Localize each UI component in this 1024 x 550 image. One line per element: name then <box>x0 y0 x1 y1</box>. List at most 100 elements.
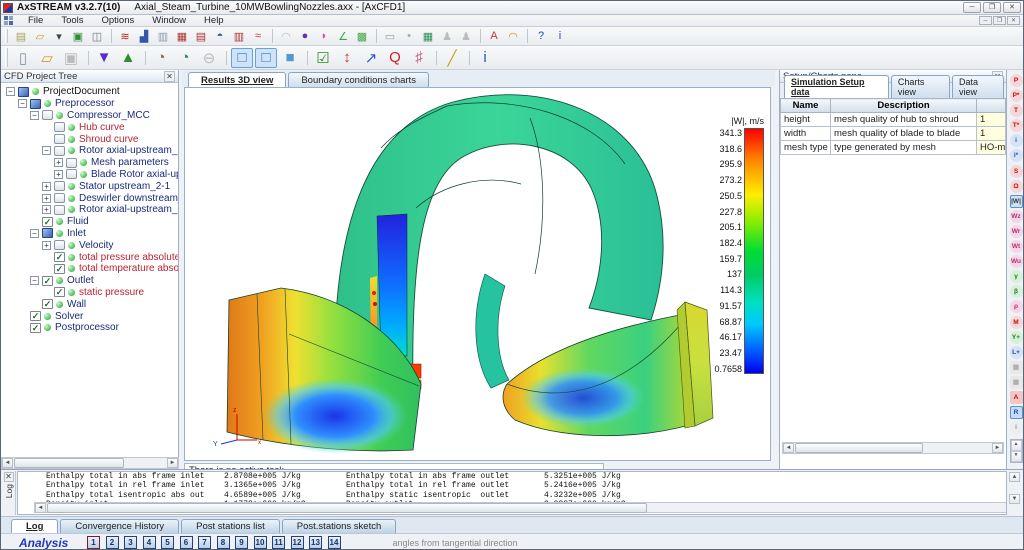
quantity-L-icon[interactable]: L+ <box>1009 345 1023 359</box>
station-button-8[interactable]: 8 <box>216 536 230 549</box>
quantity--icon[interactable]: ▦ <box>1009 375 1023 389</box>
scroll-thumb[interactable] <box>14 458 124 468</box>
open-folder-icon[interactable]: ▱ <box>36 48 58 68</box>
curve-disabled-icon[interactable]: ◠ <box>277 28 295 44</box>
quantity-Wr-icon[interactable]: Wr <box>1009 224 1023 238</box>
cell-description[interactable]: type generated by mesh <box>830 140 977 155</box>
station-button-13[interactable]: 13 <box>309 536 322 549</box>
checkbox-icon[interactable]: ✓ <box>42 275 53 286</box>
table-calc-icon[interactable]: ▦ <box>419 28 437 44</box>
quantity-P-icon[interactable]: P <box>1009 74 1023 87</box>
histogram-icon[interactable]: ▥ <box>230 28 248 44</box>
station-button-5[interactable]: 5 <box>161 536 174 549</box>
users-disabled-icon[interactable]: ♟ <box>438 28 456 44</box>
tree-item[interactable]: −✓Postprocessor <box>1 322 178 334</box>
tree-item[interactable]: + Stator upstream_2-1 <box>1 180 178 192</box>
vectors-icon[interactable]: ↗ <box>360 48 382 68</box>
quantity-W-icon[interactable]: |W| <box>1009 194 1023 208</box>
new-page-icon[interactable]: ▯ <box>12 48 34 68</box>
tree-item[interactable]: −✓Fluid <box>1 216 178 228</box>
collapse-icon[interactable]: − <box>18 99 27 109</box>
tab-boundary-conditions-charts[interactable]: Boundary conditions charts <box>288 72 429 87</box>
quantity-Y-icon[interactable]: Y+ <box>1009 330 1023 344</box>
tree-item[interactable]: −✓Solver <box>1 310 178 322</box>
menu-item-options[interactable]: Options <box>93 15 144 26</box>
close-icon[interactable]: ✕ <box>164 70 175 82</box>
cell-name[interactable]: width <box>780 126 831 141</box>
quantity-Wz-icon[interactable]: Wz <box>1009 209 1023 223</box>
tree-item[interactable]: + Velocity <box>1 239 178 251</box>
collapse-icon[interactable]: − <box>6 87 15 97</box>
quantity-i-icon[interactable]: i <box>1009 134 1023 148</box>
station-button-6[interactable]: 6 <box>179 536 193 549</box>
station-button-3[interactable]: 3 <box>124 536 137 549</box>
tree-horizontal-scrollbar[interactable]: ◄ ► <box>1 457 179 469</box>
collapse-icon[interactable]: − <box>42 146 51 156</box>
mdi-restore-button[interactable]: ❐ <box>993 16 1006 25</box>
spin-down-icon[interactable]: ▼ <box>1010 451 1022 463</box>
station-grid-icon[interactable]: ♯ <box>408 48 430 68</box>
tree-item[interactable]: −✓Wall <box>1 298 178 310</box>
scale-legend-icon[interactable]: ↕ <box>336 48 358 68</box>
quantity-Wt-icon[interactable]: Wt <box>1009 240 1023 254</box>
station-button-10[interactable]: 10 <box>253 536 267 549</box>
tree-item[interactable]: − ✓ Outlet <box>1 275 178 287</box>
cell-description[interactable]: mesh quality of hub to shroud <box>830 112 977 127</box>
results-3d-canvas[interactable]: z x Y |W|, m/s 341.3 318.6 295.9 273.2 250.5… <box>184 87 771 461</box>
sector-icon[interactable]: ◗ <box>315 28 333 44</box>
spin-up-icon[interactable]: ▲ <box>1010 440 1022 452</box>
tab-charts-view[interactable]: Charts view <box>890 75 951 98</box>
tree-item[interactable]: −Hub curve <box>1 121 178 133</box>
checkbox-icon[interactable]: ✓ <box>54 252 65 263</box>
check-model-icon[interactable]: ☑ <box>312 48 334 68</box>
open-file-dropdown-icon[interactable]: ▾ <box>50 28 68 44</box>
view-wireframe-icon[interactable]: □ <box>255 47 277 68</box>
collapse-icon[interactable]: − <box>30 228 39 238</box>
broom-icon[interactable]: ╱ <box>441 48 463 68</box>
checkbox-icon[interactable]: ✓ <box>42 216 53 227</box>
tree-item[interactable]: − Rotor axial-upstream_1-1 <box>1 145 178 157</box>
tab-post-stations-list[interactable]: Post stations list <box>181 519 280 533</box>
mesh-color-time-icon[interactable]: ◔ <box>174 48 196 68</box>
tree-item[interactable]: + Blade Rotor axial-upstream <box>1 169 178 181</box>
tab-post-stations-sketch[interactable]: Post.stations sketch <box>281 519 397 533</box>
scroll-right-icon[interactable]: ► <box>167 458 178 468</box>
save-icon[interactable]: ▣ <box>69 28 87 44</box>
table-row[interactable]: width mesh quality of blade to blade 1 <box>780 126 1006 141</box>
cell-name[interactable]: mesh type <box>780 140 831 155</box>
mesh-time-icon[interactable]: ◔ <box>150 48 172 68</box>
tree-item[interactable]: − ProjectDocument <box>1 86 178 98</box>
streamline-icon[interactable]: ≈ <box>249 28 267 44</box>
tree-item[interactable]: − Compressor_MCC <box>1 110 178 122</box>
mdi-close-button[interactable]: ✕ <box>1007 16 1020 25</box>
quantity-T-icon[interactable]: T <box>1009 104 1023 118</box>
view-solid-icon[interactable]: ■ <box>279 48 301 68</box>
setup-horizontal-scrollbar[interactable]: ◄ ► <box>782 442 1004 454</box>
tab-convergence-history[interactable]: Convergence History <box>60 519 180 533</box>
menu-item-tools[interactable]: Tools <box>52 15 92 26</box>
report-icon[interactable]: ▤ <box>192 28 210 44</box>
tab-results-3d-view[interactable]: Results 3D view <box>188 72 287 87</box>
quantity-S-icon[interactable]: S <box>1009 164 1023 178</box>
scroll-thumb[interactable] <box>47 502 647 513</box>
scroll-left-icon[interactable]: ◄ <box>783 443 794 453</box>
expand-tree-icon[interactable]: ▲ <box>117 48 139 68</box>
tree-item[interactable]: + Mesh parameters <box>1 157 178 169</box>
menu-item-file[interactable]: File <box>19 15 52 26</box>
quantity-i-icon[interactable]: i* <box>1009 149 1023 163</box>
quantity--icon[interactable]: ρ <box>1009 300 1023 314</box>
tree-item[interactable]: + Rotor axial-upstream_6-2 <box>1 204 178 216</box>
info-icon[interactable]: i <box>551 28 569 44</box>
color-map-icon[interactable]: ▩ <box>353 28 371 44</box>
system-menu-icon[interactable] <box>4 16 13 25</box>
checkbox-icon[interactable]: ✓ <box>54 287 65 298</box>
scroll-left-icon[interactable]: ◄ <box>35 502 46 513</box>
table-row[interactable]: height mesh quality of hub to shroud 1 <box>780 112 1006 127</box>
view-3d-box-icon[interactable]: □ <box>231 47 253 68</box>
collapse-icon[interactable]: − <box>30 110 39 120</box>
vector-plot-icon[interactable]: ∠ <box>334 28 352 44</box>
checkbox-icon[interactable]: ✓ <box>54 263 65 274</box>
scroll-right-icon[interactable]: ► <box>992 443 1003 453</box>
tree-item[interactable]: −✓total temperature absolute <box>1 263 178 275</box>
cell-value[interactable]: 1 <box>976 126 1006 141</box>
